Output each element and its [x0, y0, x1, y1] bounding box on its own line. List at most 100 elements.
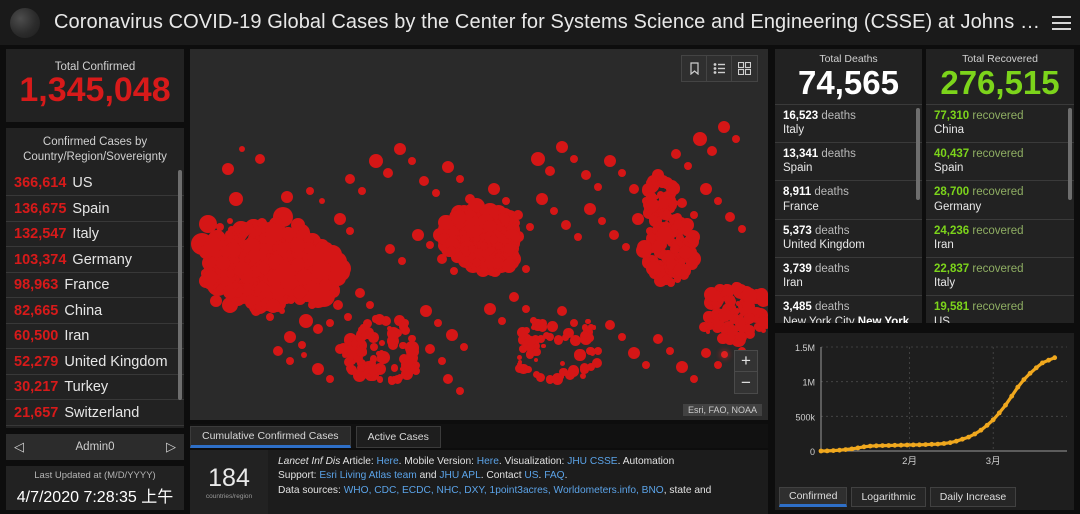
map-case-bubble[interactable] [725, 212, 735, 222]
map-case-bubble[interactable] [618, 169, 626, 177]
map-case-bubble[interactable] [502, 197, 510, 205]
map-case-bubble[interactable] [345, 174, 355, 184]
map-case-bubble[interactable] [522, 305, 530, 313]
chart-tab[interactable]: Daily Increase [929, 487, 1017, 507]
deaths-by-place-list[interactable]: 16,523 deaths Italy 13,341 deaths Spain 8,91… [775, 103, 922, 323]
country-row[interactable]: 21,657 Switzerland [6, 399, 184, 425]
map-case-bubble[interactable] [665, 257, 676, 269]
map-case-bubble[interactable] [442, 161, 454, 173]
map-case-bubble[interactable] [618, 333, 626, 341]
map-case-bubble[interactable] [385, 244, 395, 254]
map-case-bubble[interactable] [419, 176, 429, 186]
map-case-bubble[interactable] [557, 306, 567, 316]
map-case-bubble[interactable] [312, 363, 324, 375]
map-case-bubble[interactable] [581, 323, 589, 331]
recovered-row[interactable]: 19,581 recovered US [926, 295, 1074, 323]
map-case-bubble[interactable] [570, 334, 582, 347]
world-map[interactable]: + − Esri, FAO, NOAA [190, 49, 768, 420]
map-case-bubble[interactable] [220, 246, 231, 257]
map-case-bubble[interactable] [479, 206, 484, 212]
map-case-bubble[interactable] [645, 260, 661, 276]
map-case-bubble[interactable] [687, 236, 693, 243]
map-case-bubble[interactable] [231, 239, 238, 247]
map-case-bubble[interactable] [265, 224, 283, 243]
contact-us-link[interactable]: US [524, 470, 538, 481]
map-case-bubble[interactable] [594, 183, 602, 191]
map-case-bubble[interactable] [298, 341, 306, 349]
zoom-out-button[interactable]: − [735, 372, 757, 393]
map-case-bubble[interactable] [673, 275, 682, 283]
map-case-bubble[interactable] [210, 295, 222, 307]
map-case-bubble[interactable] [677, 198, 687, 208]
map-case-bubble[interactable] [714, 361, 722, 369]
map-case-bubble[interactable] [446, 246, 456, 256]
map-case-bubble[interactable] [679, 246, 692, 259]
chart-tab[interactable]: Confirmed [779, 487, 848, 507]
map-case-bubble[interactable] [660, 249, 666, 255]
map-case-bubble[interactable] [663, 191, 670, 198]
map-case-bubble[interactable] [545, 166, 555, 176]
map-case-bubble[interactable] [229, 192, 243, 206]
map-case-bubble[interactable] [526, 223, 534, 231]
map-case-bubble[interactable] [420, 305, 432, 317]
map-case-bubble[interactable] [609, 230, 619, 240]
map-case-bubble[interactable] [252, 281, 258, 287]
map-case-bubble[interactable] [378, 340, 385, 346]
map-case-bubble[interactable] [426, 241, 434, 249]
map-case-bubble[interactable] [344, 313, 352, 321]
map-case-bubble[interactable] [360, 349, 368, 356]
bookmark-icon[interactable] [682, 56, 707, 81]
map-case-bubble[interactable] [533, 318, 541, 327]
map-case-bubble[interactable] [406, 344, 420, 358]
map-case-bubble[interactable] [524, 365, 532, 373]
map-case-bubble[interactable] [425, 344, 435, 354]
map-case-bubble[interactable] [351, 339, 359, 347]
map-case-bubble[interactable] [255, 154, 265, 164]
map-case-bubble[interactable] [285, 249, 292, 256]
legend-list-icon[interactable] [707, 56, 732, 81]
map-case-bubble[interactable] [222, 163, 234, 175]
map-case-bubble[interactable] [227, 218, 233, 224]
map-case-bubble[interactable] [334, 213, 346, 225]
map-case-bubble[interactable] [375, 366, 381, 372]
lancet-article-link[interactable]: Here [377, 456, 399, 467]
map-case-bubble[interactable] [570, 319, 578, 327]
map-case-bubble[interactable] [559, 360, 566, 367]
map-case-bubble[interactable] [383, 168, 393, 178]
map-case-bubble[interactable] [358, 326, 366, 334]
map-case-bubble[interactable] [714, 197, 722, 205]
map-case-bubble[interactable] [701, 348, 711, 358]
map-case-bubble[interactable] [207, 236, 221, 250]
map-case-bubble[interactable] [584, 203, 596, 215]
map-case-bubble[interactable] [760, 328, 766, 333]
map-case-bubble[interactable] [306, 187, 314, 195]
map-case-bubble[interactable] [450, 267, 458, 275]
map-case-bubble[interactable] [693, 132, 707, 146]
map-case-bubble[interactable] [700, 183, 712, 195]
map-case-bubble[interactable] [670, 187, 678, 195]
map-case-bubble[interactable] [545, 374, 555, 384]
map-case-bubble[interactable] [299, 314, 313, 328]
map-case-bubble[interactable] [473, 248, 478, 253]
map-case-bubble[interactable] [398, 322, 408, 331]
data-sources-links[interactable]: WHO, CDC, ECDC, NHC, DXY, 1point3acres, … [344, 485, 664, 496]
jhu-csse-link[interactable]: JHU CSSE [567, 456, 617, 467]
admin-level-selector[interactable]: ◁ Admin0 ▷ [6, 434, 184, 460]
map-case-bubble[interactable] [396, 373, 404, 381]
map-case-bubble[interactable] [284, 331, 296, 343]
map-case-bubble[interactable] [684, 162, 692, 170]
country-row[interactable]: 132,547 Italy [6, 220, 184, 247]
map-case-bubble[interactable] [326, 375, 334, 383]
map-case-bubble[interactable] [390, 364, 399, 372]
map-case-bubble[interactable] [215, 256, 230, 271]
map-case-bubble[interactable] [598, 217, 606, 225]
country-list[interactable]: 366,614 US 136,675 Spain 132,547 Italy 103,374… [6, 171, 184, 428]
map-case-bubble[interactable] [564, 369, 575, 380]
map-case-bubble[interactable] [707, 146, 717, 156]
map-case-bubble[interactable] [446, 329, 458, 341]
map-case-bubble[interactable] [456, 175, 464, 183]
map-case-bubble[interactable] [550, 207, 558, 215]
mobile-version-link[interactable]: Here [477, 456, 499, 467]
map-case-bubble[interactable] [581, 331, 588, 338]
map-case-bubble[interactable] [533, 358, 538, 363]
